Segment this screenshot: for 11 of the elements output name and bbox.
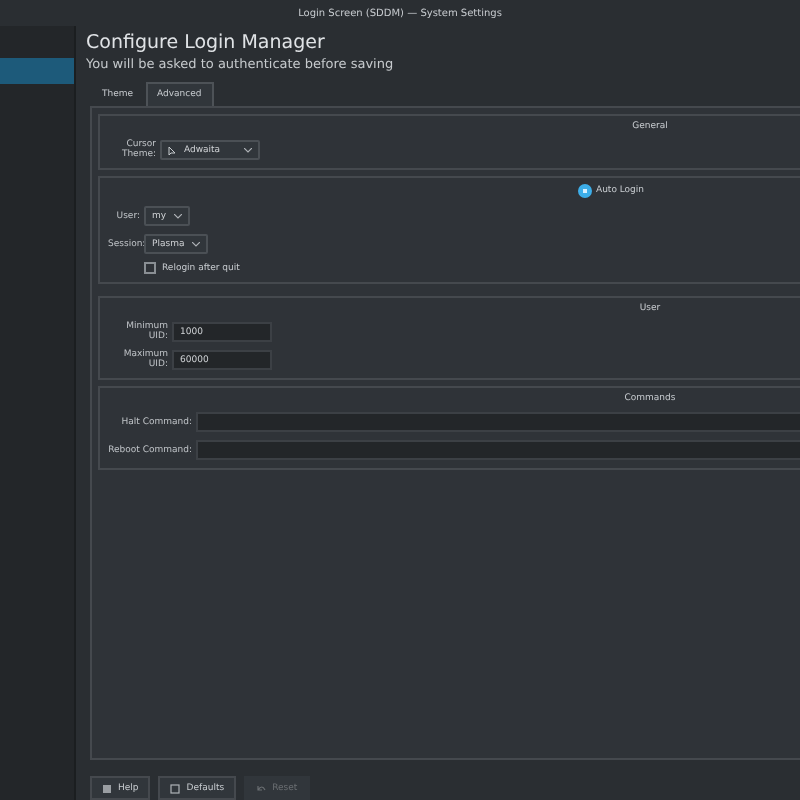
- sidebar-item[interactable]: [0, 58, 74, 84]
- undo-icon: [256, 783, 267, 793]
- auto-login-radio[interactable]: [578, 184, 592, 198]
- checkbox[interactable]: [144, 262, 156, 274]
- caret-icon: [192, 241, 201, 247]
- caret-icon: [174, 213, 183, 219]
- cursor-icon: [168, 145, 176, 155]
- document-icon: [170, 783, 181, 793]
- caret-icon: [244, 147, 252, 153]
- help-icon: [102, 783, 112, 793]
- page-title: Configure Login Manager: [86, 32, 327, 54]
